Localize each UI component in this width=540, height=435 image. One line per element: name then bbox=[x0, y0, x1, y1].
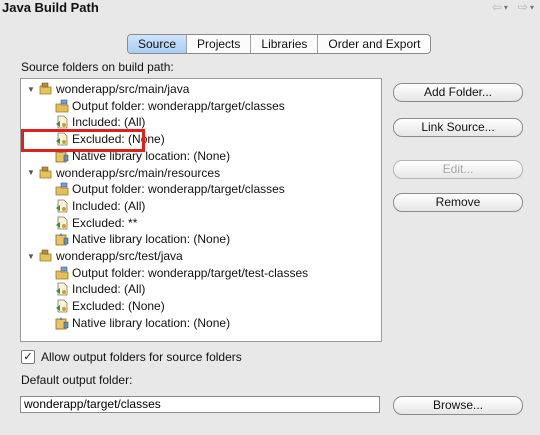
tab-order-and-export[interactable]: Order and Export bbox=[317, 35, 430, 53]
allow-output-label: Allow output folders for source folders bbox=[41, 350, 242, 364]
filter-icon bbox=[55, 115, 69, 129]
history-nav: ⇦ ▾ ⇨ ▾ bbox=[492, 0, 534, 14]
source-folder-icon bbox=[39, 166, 53, 180]
tree-attribute-row[interactable]: Output folder: wonderapp/target/classes bbox=[55, 98, 285, 114]
browse-button[interactable]: Browse... bbox=[393, 396, 523, 415]
tree-attribute-label: Native library location: (None) bbox=[72, 148, 231, 163]
checkmark-icon: ✓ bbox=[23, 351, 33, 363]
native-library-icon bbox=[55, 149, 69, 163]
tree-attribute-row[interactable]: Excluded: (None) bbox=[55, 298, 165, 314]
native-library-icon bbox=[55, 316, 69, 330]
tree-attribute-label: Excluded: (None) bbox=[72, 299, 165, 314]
tree-folder-row[interactable]: ▼ wonderapp/src/test/java bbox=[27, 248, 183, 264]
tree-attribute-label: Excluded: ** bbox=[72, 215, 138, 230]
tree-attribute-label: Output folder: wonderapp/target/classes bbox=[72, 98, 285, 113]
tree-folder-row[interactable]: ▼ wonderapp/src/main/resources bbox=[27, 165, 220, 181]
source-folder-tree[interactable]: ▼ wonderapp/src/main/java Output folder: w… bbox=[20, 78, 382, 342]
allow-output-row[interactable]: ✓ Allow output folders for source folder… bbox=[21, 350, 242, 364]
tree-attribute-label: Output folder: wonderapp/target/classes bbox=[72, 182, 285, 197]
tree-attribute-row[interactable]: Output folder: wonderapp/target/test-cla… bbox=[55, 265, 308, 281]
back-nav-button[interactable]: ⇦ ▾ bbox=[492, 0, 508, 14]
tab-bar: Source Projects Libraries Order and Expo… bbox=[127, 34, 432, 54]
tree-attribute-label: Output folder: wonderapp/target/test-cla… bbox=[72, 265, 309, 280]
remove-button[interactable]: Remove bbox=[393, 193, 523, 212]
tree-attribute-row[interactable]: Included: (All) bbox=[55, 198, 145, 214]
tree-attribute-label: Included: (All) bbox=[72, 115, 146, 130]
tree-attribute-row[interactable]: Native library location: (None) bbox=[55, 315, 230, 331]
tree-attribute-row[interactable]: Excluded: (None) bbox=[55, 131, 165, 147]
tab-projects[interactable]: Projects bbox=[186, 35, 250, 53]
tree-folder-label: wonderapp/src/test/java bbox=[56, 249, 183, 263]
tree-attribute-row[interactable]: Included: (All) bbox=[55, 281, 145, 297]
expand-triangle-icon[interactable]: ▼ bbox=[27, 168, 37, 177]
tree-attribute-row[interactable]: Native library location: (None) bbox=[55, 148, 230, 164]
native-library-icon bbox=[55, 232, 69, 246]
tree-attribute-label: Included: (All) bbox=[72, 282, 146, 297]
output-folder-icon bbox=[55, 182, 69, 196]
edit-button[interactable]: Edit... bbox=[393, 160, 523, 179]
filter-icon bbox=[55, 132, 69, 146]
arrow-right-icon: ⇨ bbox=[517, 0, 528, 14]
tab-libraries[interactable]: Libraries bbox=[250, 35, 317, 53]
window-title: Java Build Path bbox=[2, 0, 99, 15]
source-folder-icon bbox=[39, 249, 53, 263]
tree-attribute-row[interactable]: Native library location: (None) bbox=[55, 231, 230, 247]
expand-triangle-icon[interactable]: ▼ bbox=[27, 252, 37, 261]
chevron-down-icon: ▾ bbox=[503, 2, 508, 12]
add-folder-button[interactable]: Add Folder... bbox=[393, 83, 523, 102]
default-output-label: Default output folder: bbox=[21, 373, 133, 387]
forward-nav-button[interactable]: ⇨ ▾ bbox=[518, 0, 534, 14]
filter-icon bbox=[55, 199, 69, 213]
filter-icon bbox=[55, 299, 69, 313]
expand-triangle-icon[interactable]: ▼ bbox=[27, 85, 37, 94]
link-source-button[interactable]: Link Source... bbox=[393, 118, 523, 137]
tree-attribute-row[interactable]: Output folder: wonderapp/target/classes bbox=[55, 181, 285, 197]
output-folder-icon bbox=[55, 266, 69, 280]
tree-folder-label: wonderapp/src/main/resources bbox=[56, 165, 221, 180]
source-folder-icon bbox=[39, 82, 53, 96]
tree-attribute-row[interactable]: Excluded: ** bbox=[55, 215, 137, 231]
filter-icon bbox=[55, 216, 69, 230]
default-output-field[interactable] bbox=[20, 396, 380, 413]
tree-attribute-label: Native library location: (None) bbox=[72, 232, 231, 247]
output-folder-icon bbox=[55, 99, 69, 113]
tree-attribute-label: Included: (All) bbox=[72, 198, 146, 213]
tree-attribute-label: Native library location: (None) bbox=[72, 315, 231, 330]
source-folders-label: Source folders on build path: bbox=[21, 60, 174, 74]
arrow-left-icon: ⇦ bbox=[491, 0, 502, 14]
tree-attribute-label: Excluded: (None) bbox=[72, 132, 165, 147]
tab-source[interactable]: Source bbox=[128, 35, 187, 53]
tree-attribute-row[interactable]: Included: (All) bbox=[55, 114, 145, 130]
allow-output-checkbox[interactable]: ✓ bbox=[21, 350, 35, 364]
filter-icon bbox=[55, 282, 69, 296]
chevron-down-icon: ▾ bbox=[529, 2, 534, 12]
tree-folder-label: wonderapp/src/main/java bbox=[56, 82, 190, 96]
tree-folder-row[interactable]: ▼ wonderapp/src/main/java bbox=[27, 81, 189, 97]
